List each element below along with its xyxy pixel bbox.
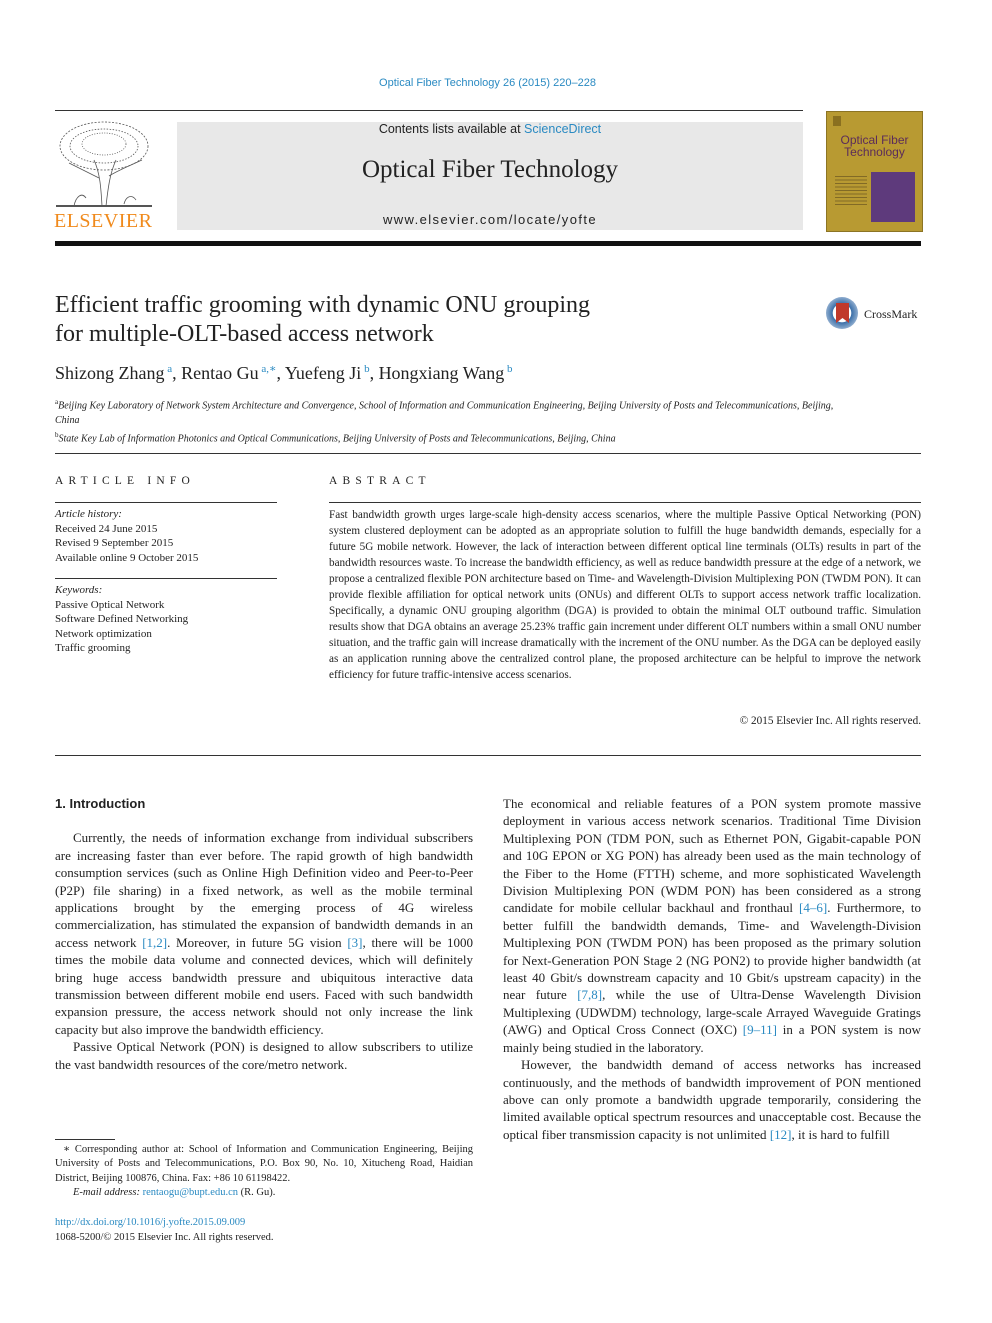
email-line: E-mail address: rentaogu@bupt.edu.cn (R.… bbox=[55, 1186, 473, 1200]
abstract-copyright: © 2015 Elsevier Inc. All rights reserved… bbox=[739, 715, 921, 727]
body-column-left: 1. Introduction Currently, the needs of … bbox=[55, 795, 473, 1073]
history-label: Article history: bbox=[55, 508, 122, 520]
footnote: ∗ Corresponding author at: School of Inf… bbox=[55, 1143, 473, 1200]
contents-line: Contents lists available at ScienceDirec… bbox=[177, 122, 803, 136]
email-suffix: (R. Gu). bbox=[238, 1186, 276, 1198]
divider bbox=[329, 502, 921, 503]
article-info-heading: ARTICLE INFO bbox=[55, 475, 195, 487]
elsevier-wordmark: ELSEVIER bbox=[54, 210, 153, 232]
paragraph: Passive Optical Network (PON) is designe… bbox=[55, 1039, 473, 1072]
crossmark-label: CrossMark bbox=[864, 307, 918, 321]
keywords: Keywords: Passive Optical Network Softwa… bbox=[55, 583, 188, 656]
divider bbox=[55, 453, 921, 454]
keyword: Passive Optical Network bbox=[55, 598, 165, 611]
journal-title: Optical Fiber Technology bbox=[361, 156, 619, 183]
text-run: Currently, the needs of information exch… bbox=[55, 830, 473, 950]
sciencedirect-link[interactable]: ScienceDirect bbox=[524, 122, 601, 136]
keyword: Network optimization bbox=[55, 627, 152, 640]
author-list: Shizong Zhang a, Rentao Gu a,∗, Yuefeng … bbox=[55, 363, 513, 383]
issn-copyright: 1068-5200/© 2015 Elsevier Inc. All right… bbox=[55, 1231, 274, 1243]
journal-cover-image: Optical Fiber Technology bbox=[826, 111, 923, 232]
doi-link[interactable]: http://dx.doi.org/10.1016/j.yofte.2015.0… bbox=[55, 1216, 274, 1231]
citation-link[interactable]: [12] bbox=[770, 1127, 792, 1142]
footnote-rule bbox=[55, 1139, 115, 1140]
author-name[interactable]: Shizong Zhang bbox=[55, 363, 165, 383]
paragraph: Currently, the needs of information exch… bbox=[55, 829, 473, 1038]
keyword: Traffic grooming bbox=[55, 642, 131, 654]
text-run: , it is hard to fulfill bbox=[791, 1126, 890, 1142]
header-rule bbox=[55, 110, 803, 111]
email-link[interactable]: rentaogu@bupt.edu.cn bbox=[143, 1187, 238, 1198]
citation-link[interactable]: [7,8] bbox=[577, 987, 602, 1002]
article-title-line-1: Efficient traffic grooming with dynamic … bbox=[55, 292, 590, 318]
author-name[interactable]: Yuefeng Ji bbox=[285, 363, 361, 383]
author-affiliation-marker[interactable]: a,∗ bbox=[259, 363, 276, 375]
author-affiliation-marker[interactable]: b bbox=[361, 363, 370, 375]
history-online: Available online 9 October 2015 bbox=[55, 551, 199, 564]
affiliation-b: bState Key Lab of Information Photonics … bbox=[55, 431, 616, 445]
divider bbox=[55, 755, 921, 756]
divider bbox=[55, 578, 277, 579]
cover-contents-lines bbox=[835, 176, 867, 206]
crossmark-button[interactable]: CrossMark bbox=[826, 297, 926, 333]
citation-link[interactable]: [4–6] bbox=[799, 900, 827, 915]
corresponding-author-note: ∗ Corresponding author at: School of Inf… bbox=[55, 1144, 473, 1184]
email-label: E-mail address: bbox=[73, 1186, 143, 1198]
author-affiliation-marker[interactable]: a bbox=[165, 363, 172, 375]
text-run: , there will be 1000 times the mobile da… bbox=[55, 934, 473, 1037]
body-column-right: The economical and reliable features of … bbox=[503, 795, 921, 1143]
abstract-heading: ABSTRACT bbox=[329, 475, 431, 487]
header-thick-rule bbox=[55, 241, 921, 246]
citation-link[interactable]: [1,2] bbox=[142, 935, 167, 950]
history-received: Received 24 June 2015 bbox=[55, 522, 158, 535]
article-title: Efficient traffic grooming with dynamic … bbox=[55, 291, 755, 349]
history-revised: Revised 9 September 2015 bbox=[55, 537, 174, 549]
affiliation-a: aBeijing Key Laboratory of Network Syste… bbox=[55, 398, 834, 426]
tree-icon bbox=[56, 121, 152, 207]
cover-publisher-icon bbox=[833, 116, 841, 126]
contents-prefix: Contents lists available at bbox=[378, 122, 525, 136]
author-affiliation-marker[interactable]: b bbox=[504, 363, 513, 375]
paragraph: The economical and reliable features of … bbox=[503, 795, 921, 1056]
section-heading: 1. Introduction bbox=[55, 796, 146, 811]
elsevier-logo: ELSEVIER bbox=[52, 118, 158, 233]
article-title-line-2: for multiple-OLT-based access network bbox=[55, 321, 434, 347]
cover-illustration bbox=[871, 172, 915, 222]
journal-masthead: Contents lists available at ScienceDirec… bbox=[177, 122, 803, 230]
article-history: Article history: Received 24 June 2015 R… bbox=[55, 507, 198, 565]
text-run: The economical and reliable features of … bbox=[503, 796, 921, 916]
author-name[interactable]: Rentao Gu bbox=[181, 363, 258, 383]
paragraph: However, the bandwidth demand of access … bbox=[503, 1056, 921, 1143]
citation-link[interactable]: [9–11] bbox=[743, 1022, 777, 1037]
divider bbox=[55, 502, 277, 503]
journal-reference-link[interactable]: Optical Fiber Technology 26 (2015) 220–2… bbox=[0, 77, 975, 89]
affiliations: aBeijing Key Laboratory of Network Syste… bbox=[55, 395, 855, 447]
citation-link[interactable]: [3] bbox=[347, 935, 362, 950]
keywords-label: Keywords: bbox=[55, 584, 103, 596]
cover-title: Optical Fiber Technology bbox=[840, 133, 909, 159]
text-run: . Moreover, in future 5G vision bbox=[167, 934, 348, 950]
abstract-text: Fast bandwidth growth urges large-scale … bbox=[329, 509, 921, 681]
author-name[interactable]: Hongxiang Wang bbox=[379, 363, 505, 383]
doi-block: http://dx.doi.org/10.1016/j.yofte.2015.0… bbox=[55, 1216, 274, 1245]
journal-url[interactable]: www.elsevier.com/locate/yofte bbox=[177, 212, 803, 227]
keyword: Software Defined Networking bbox=[55, 613, 189, 625]
